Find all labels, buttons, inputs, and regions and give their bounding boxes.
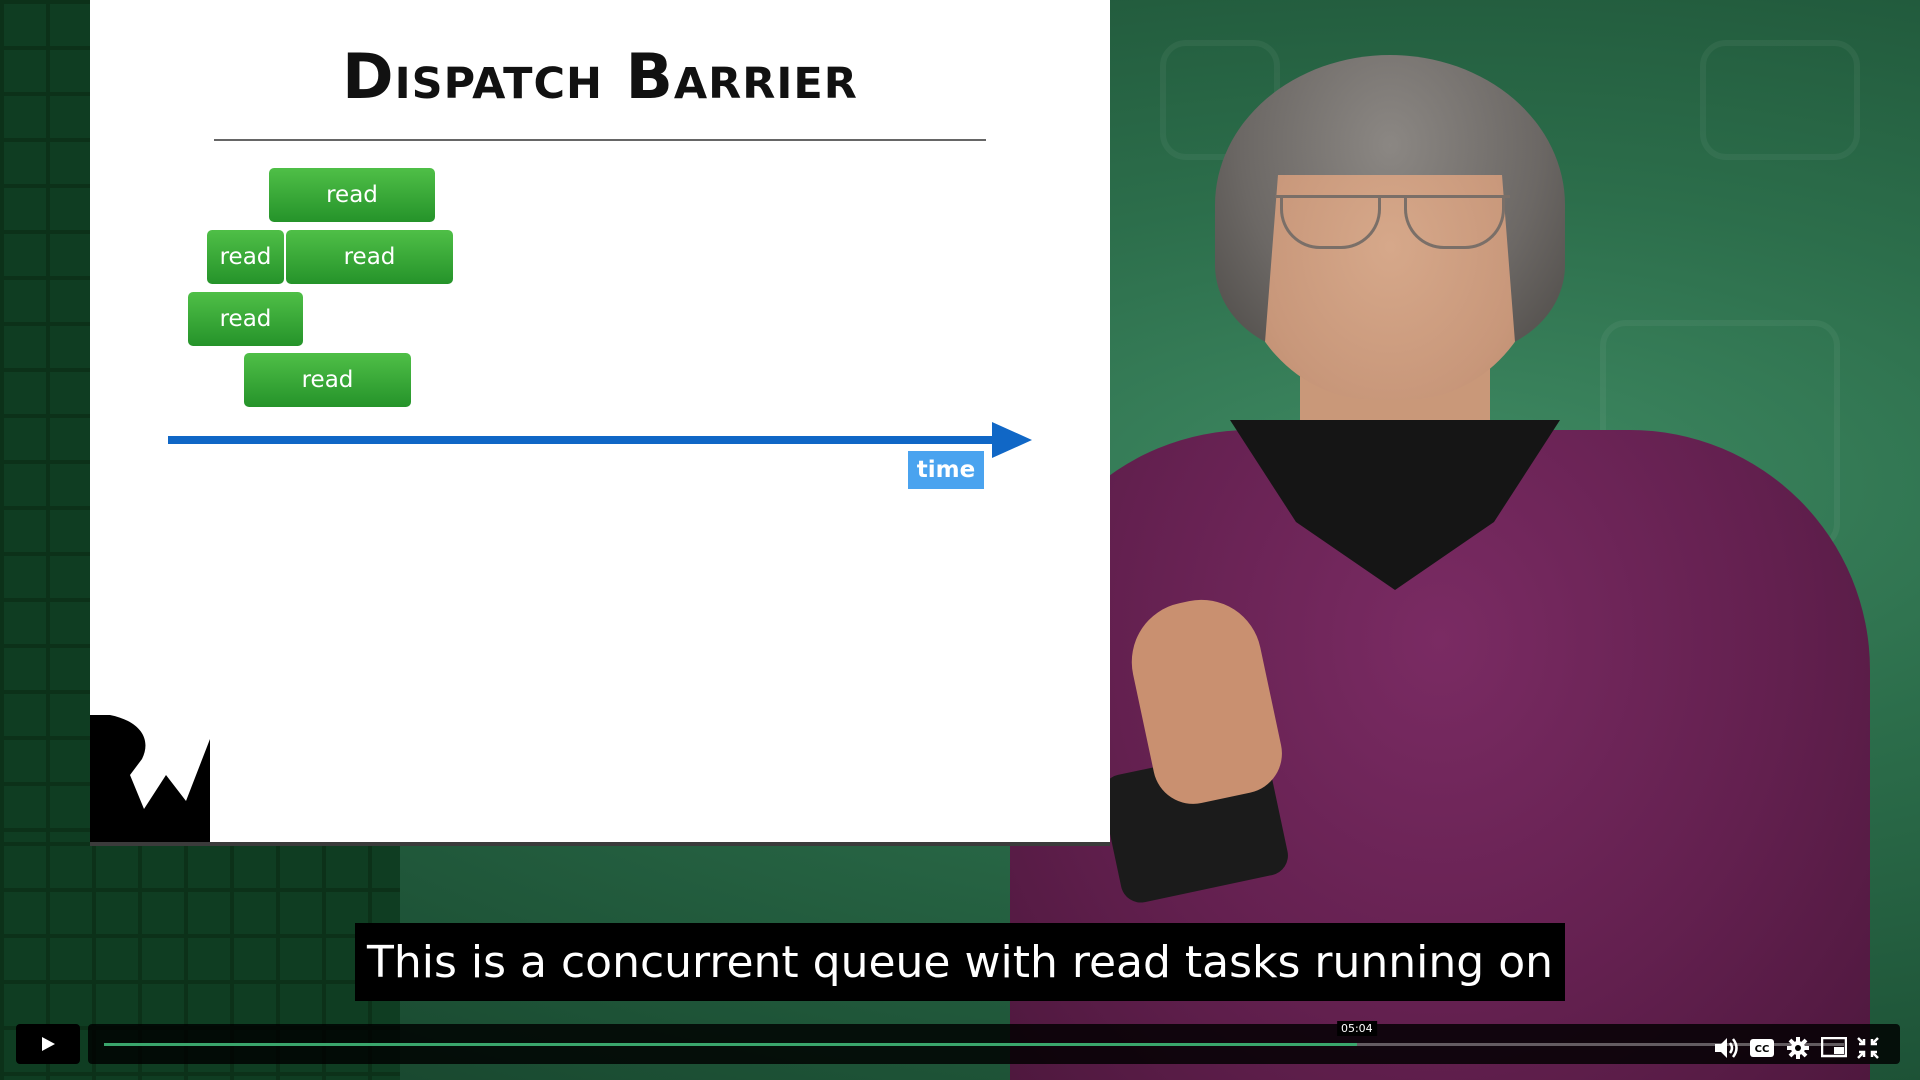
read-task-block: read: [286, 230, 453, 284]
presenter-glasses: [1275, 195, 1510, 250]
play-button[interactable]: [16, 1024, 80, 1064]
subtitle-caption: This is a concurrent queue with read tas…: [355, 923, 1565, 1001]
picture-in-picture-icon[interactable]: [1818, 1032, 1850, 1064]
read-task-block: read: [244, 353, 411, 407]
gear-icon[interactable]: [1782, 1032, 1814, 1064]
svg-text:CC: CC: [1755, 1044, 1770, 1055]
closed-captions-icon[interactable]: CC: [1746, 1032, 1778, 1064]
read-task-block: read: [269, 168, 435, 222]
progress-fill: [104, 1043, 1357, 1046]
read-task-block: read: [207, 230, 284, 284]
presentation-slide: Dispatch Barrier read read read read rea…: [90, 0, 1110, 842]
volume-icon[interactable]: [1710, 1032, 1742, 1064]
title-divider: [214, 139, 986, 141]
current-time-tooltip: 05:04: [1336, 1021, 1377, 1036]
time-axis-label: time: [908, 451, 984, 489]
slide-title: Dispatch Barrier: [342, 40, 858, 113]
progress-bar[interactable]: 05:04 CC: [88, 1021, 1900, 1064]
progress-rail[interactable]: 05:04: [104, 1021, 1844, 1046]
rw-logo: [90, 715, 210, 842]
time-axis: [168, 436, 1010, 444]
presenter: [980, 0, 1880, 1080]
read-task-block: read: [188, 292, 303, 346]
time-axis-arrowhead: [992, 422, 1032, 458]
video-controls: 05:04 CC: [0, 1020, 1920, 1080]
exit-fullscreen-icon[interactable]: [1852, 1032, 1884, 1064]
play-icon: [42, 1037, 55, 1051]
